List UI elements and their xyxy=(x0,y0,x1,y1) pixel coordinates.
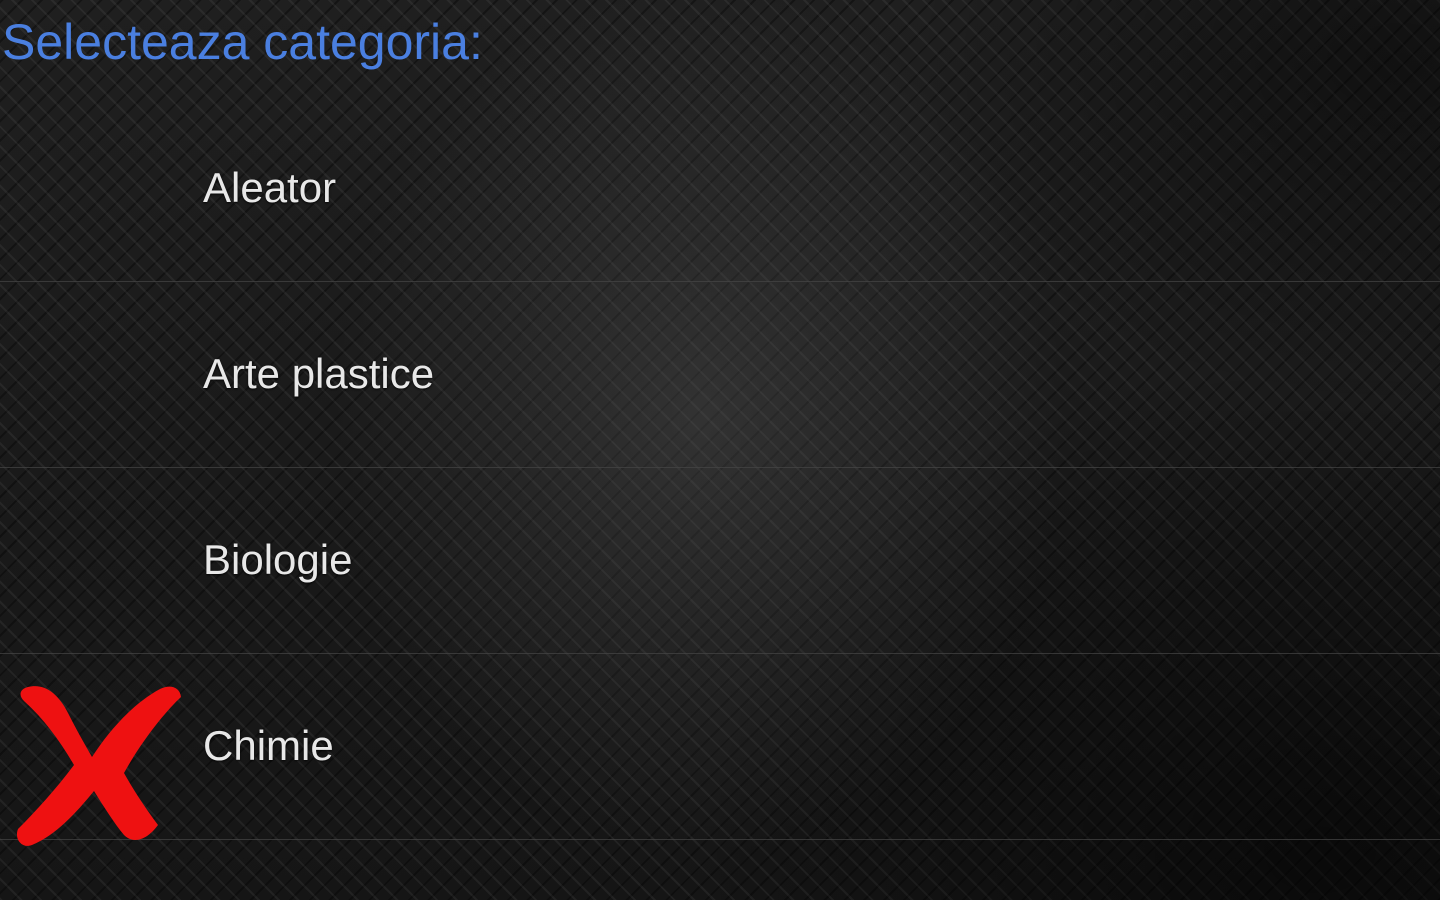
red-x-icon xyxy=(16,686,182,846)
category-item-arte-plastice[interactable]: Arte plastice xyxy=(0,282,1440,468)
category-label: Chimie xyxy=(203,722,334,769)
category-item-chimie[interactable]: Chimie xyxy=(0,654,1440,846)
category-label: Biologie xyxy=(203,536,353,583)
category-item-aleator[interactable]: Aleator xyxy=(0,96,1440,282)
category-list: Aleator Arte plastice Biologie Chimie xyxy=(0,96,1440,900)
category-label: Arte plastice xyxy=(203,350,435,397)
category-label: Aleator xyxy=(203,164,337,211)
category-item-biologie[interactable]: Biologie xyxy=(0,468,1440,654)
page-title: Selecteaza categoria: xyxy=(2,14,483,70)
